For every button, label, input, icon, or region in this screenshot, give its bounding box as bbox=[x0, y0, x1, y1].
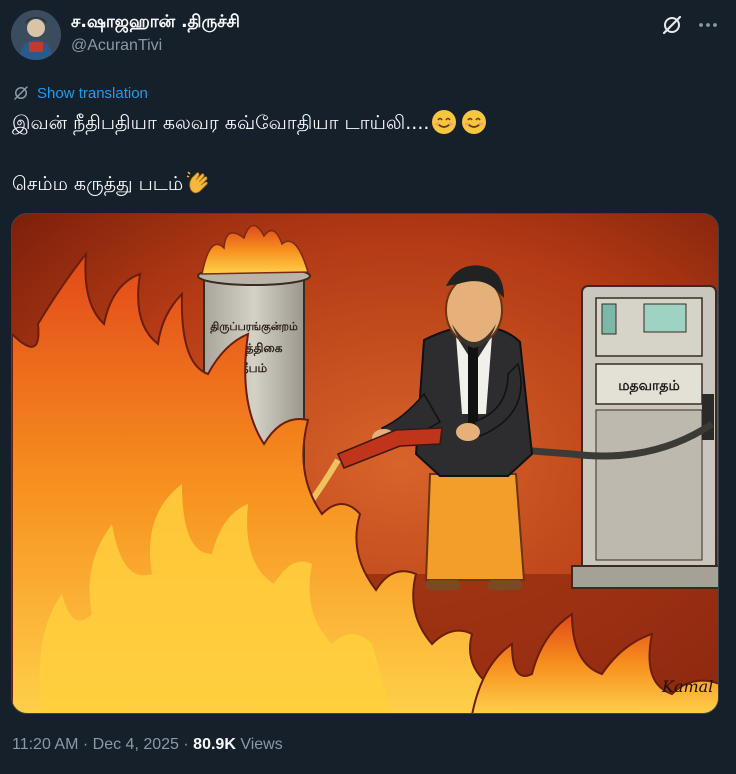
grok-icon[interactable] bbox=[660, 13, 684, 37]
avatar[interactable] bbox=[11, 10, 61, 60]
smile-emoji bbox=[461, 109, 489, 140]
translate-icon bbox=[12, 84, 30, 102]
meta-separator: · bbox=[82, 736, 89, 753]
tweet-date[interactable]: Dec 4, 2025 bbox=[93, 736, 179, 753]
show-translation-label[interactable]: Show translation bbox=[37, 85, 148, 102]
tweet-meta: 11:20 AM · Dec 4, 2025 · 80.9K Views bbox=[12, 736, 283, 754]
more-icon[interactable] bbox=[696, 13, 720, 37]
artist-signature: Kamal bbox=[661, 677, 713, 696]
tweet-time[interactable]: 11:20 AM bbox=[12, 736, 78, 753]
tweet-image[interactable]: திருப்பரங்குன்றம் கார்த்திகை தீபம் மதவாத… bbox=[11, 213, 719, 714]
views-count[interactable]: 80.9K bbox=[193, 736, 236, 753]
pump-label: மதவாதம் bbox=[618, 378, 679, 395]
tweet-card: ச.ஷாஜஹான் .திருச்சி @AcuranTivi Show tra… bbox=[0, 0, 736, 774]
author-handle[interactable]: @AcuranTivi bbox=[71, 37, 162, 55]
tweet-text-1: இவன் நீதிபதியா கலவர கவ்வோதியா டாய்லி.... bbox=[12, 112, 430, 134]
clap-emoji bbox=[185, 170, 213, 201]
tweet-text-line-2: செம்ம கருத்து படம் bbox=[12, 170, 213, 201]
pillar-label-1: திருப்பரங்குன்றம் bbox=[210, 320, 298, 335]
author-display-name[interactable]: ச.ஷாஜஹான் .திருச்சி bbox=[71, 12, 240, 34]
show-translation[interactable]: Show translation bbox=[12, 83, 148, 103]
tweet-text-line-1: இவன் நீதிபதியா கலவர கவ்வோதியா டாய்லி.... bbox=[12, 109, 489, 140]
smile-emoji bbox=[431, 109, 459, 140]
tweet-text-2: செம்ம கருத்து படம் bbox=[12, 173, 184, 195]
meta-separator: · bbox=[183, 736, 189, 753]
views-label: Views bbox=[240, 736, 283, 753]
